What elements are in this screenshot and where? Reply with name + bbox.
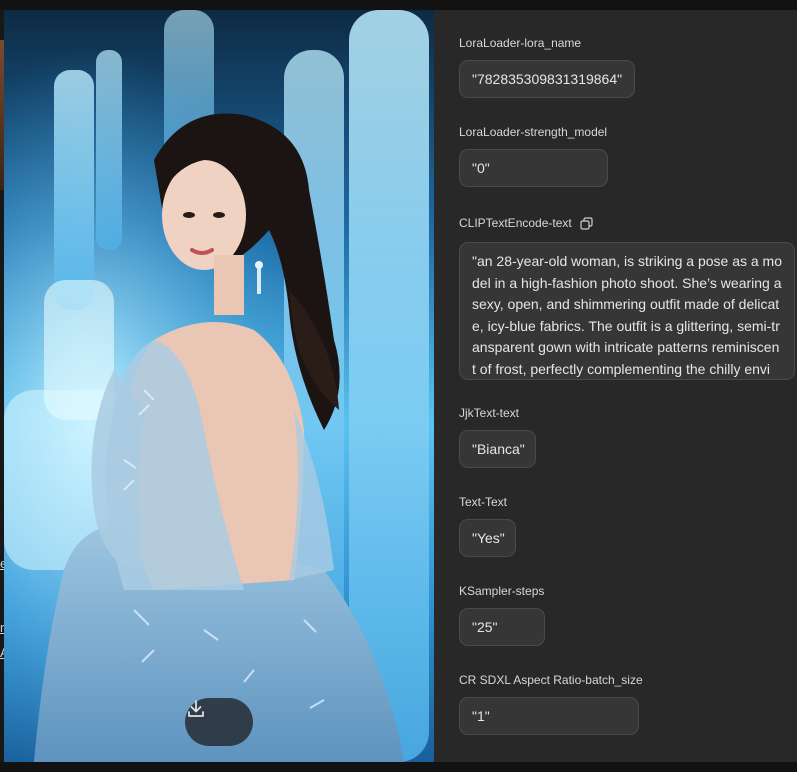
jjk-text-label: JjkText-text (459, 406, 520, 420)
copy-icon[interactable] (580, 216, 593, 230)
generated-image (4, 10, 434, 762)
parameters-panel: LoraLoader-lora_name "782835309831319864… (434, 10, 797, 762)
bottom-bar (0, 762, 797, 772)
text-text-value[interactable]: "Yes" (459, 519, 516, 557)
generated-image-illustration (4, 10, 434, 762)
batch-size-value[interactable]: "1" (459, 697, 639, 735)
clip-text-label: CLIPTextEncode-text (459, 216, 593, 230)
batch-size-label: CR SDXL Aspect Ratio-batch_size (459, 673, 643, 687)
text-text-label: Text-Text (459, 495, 508, 509)
strength-model-label: LoraLoader-strength_model (459, 125, 608, 139)
lora-name-label: LoraLoader-lora_name (459, 36, 582, 50)
download-button[interactable] (185, 698, 253, 746)
ksampler-steps-value[interactable]: "25" (459, 608, 545, 646)
lora-name-value[interactable]: "782835309831319864" (459, 60, 635, 98)
ksampler-steps-label: KSampler-steps (459, 584, 545, 598)
jjk-text-value[interactable]: "Bianca" (459, 430, 536, 468)
top-bar (0, 0, 797, 10)
clip-text-value[interactable]: "an 28-year-old woman, is striking a pos… (459, 242, 795, 380)
download-icon (188, 700, 204, 717)
strength-model-value[interactable]: "0" (459, 149, 608, 187)
